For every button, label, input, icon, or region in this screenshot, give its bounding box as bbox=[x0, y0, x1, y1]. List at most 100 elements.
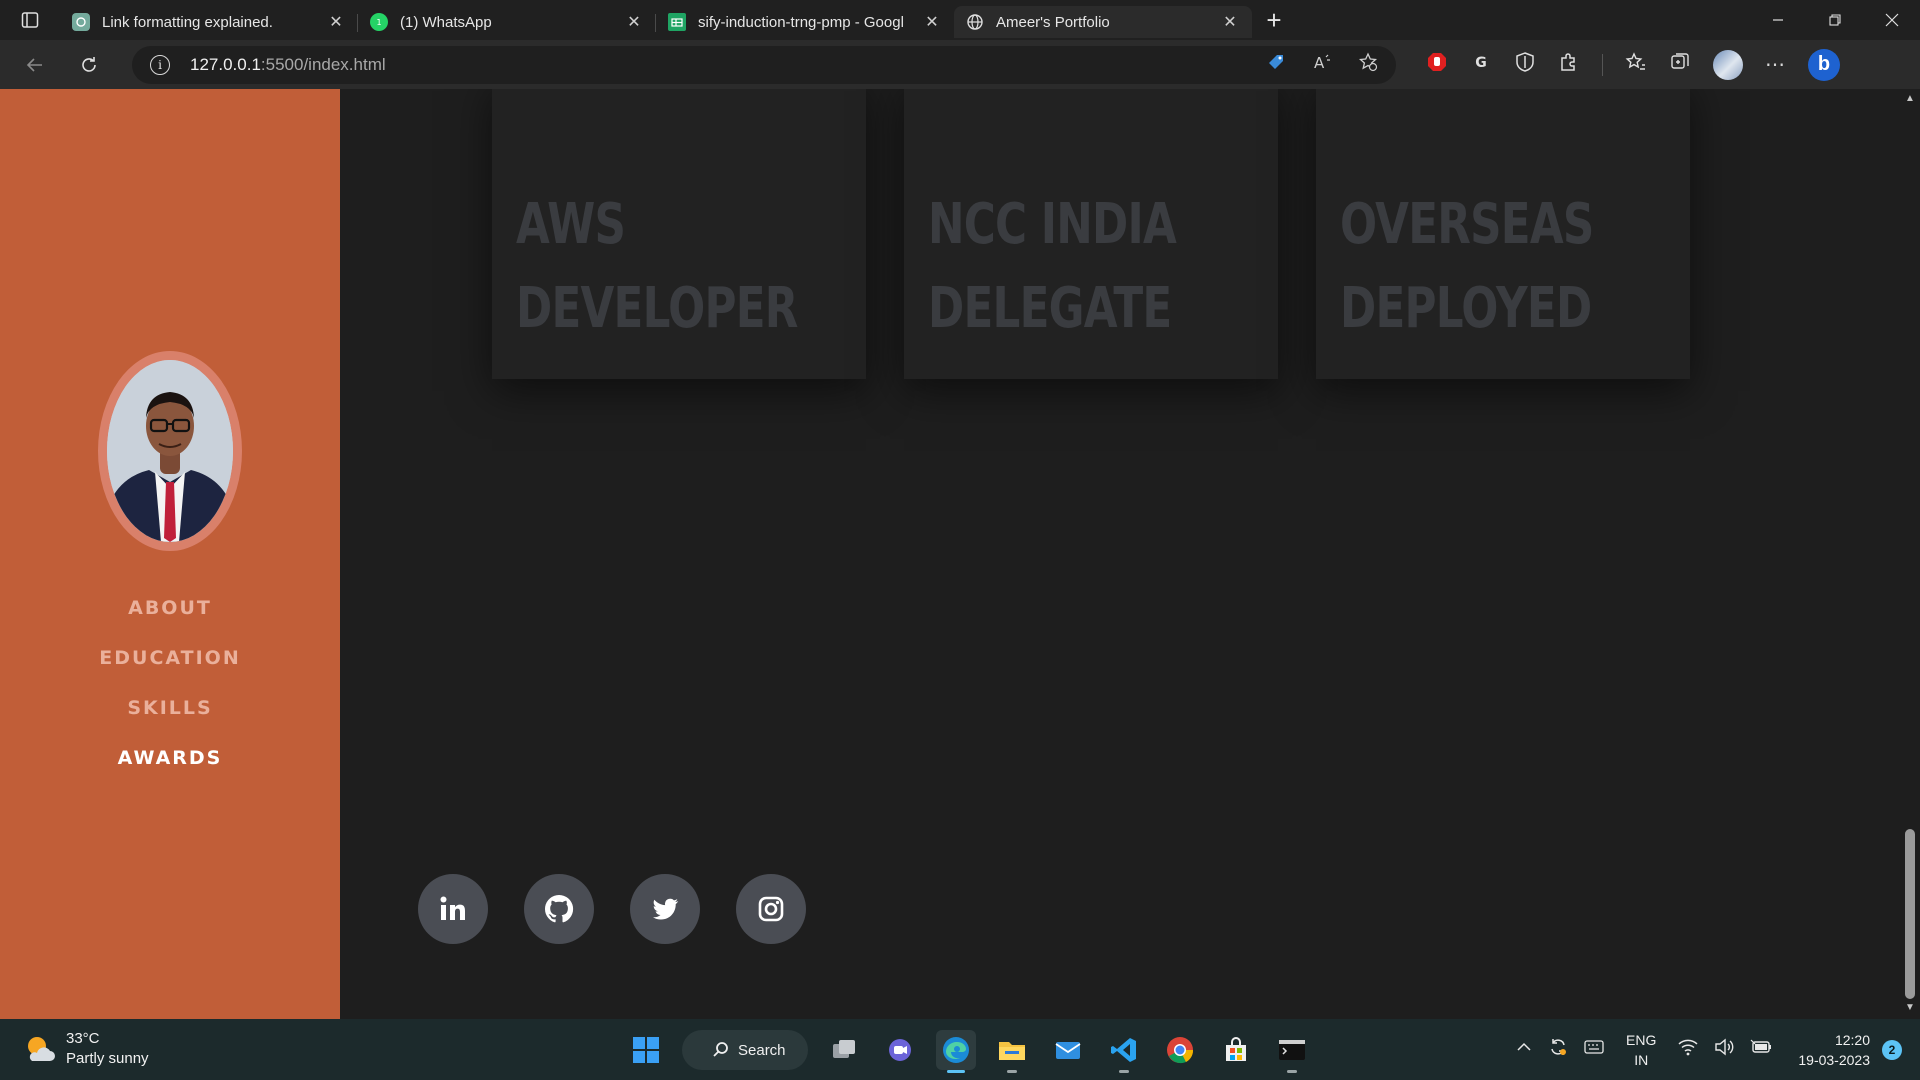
volume-icon[interactable] bbox=[1714, 1038, 1734, 1061]
taskbar-search[interactable]: Search bbox=[682, 1030, 808, 1070]
github-icon bbox=[544, 894, 574, 923]
award-card: AWS DEVELOPER bbox=[492, 89, 866, 379]
instagram-link[interactable] bbox=[736, 874, 806, 944]
collections-icon[interactable] bbox=[1669, 51, 1691, 79]
profile-avatar[interactable] bbox=[1713, 49, 1743, 80]
chrome-button[interactable] bbox=[1160, 1030, 1200, 1070]
minimize-icon bbox=[1772, 19, 1783, 21]
twitter-link[interactable] bbox=[630, 874, 700, 944]
task-view-icon bbox=[833, 1040, 855, 1058]
add-favorite-icon[interactable] bbox=[1358, 52, 1378, 77]
new-tab-button[interactable]: + bbox=[1252, 4, 1296, 36]
wifi-icon[interactable] bbox=[1678, 1038, 1698, 1061]
info-icon[interactable]: i bbox=[150, 54, 170, 75]
scroll-up-arrow-icon[interactable]: ▲ bbox=[1905, 93, 1915, 104]
github-link[interactable] bbox=[524, 874, 594, 944]
award-title-line: DELEGATE bbox=[928, 276, 1172, 341]
notification-badge[interactable]: 2 bbox=[1882, 1039, 1902, 1060]
running-indicator bbox=[1287, 1070, 1297, 1073]
toolbar-divider bbox=[1602, 53, 1603, 76]
price-tag-icon[interactable] bbox=[1266, 52, 1286, 77]
linkedin-link[interactable] bbox=[418, 874, 488, 944]
browser-toolbar: i 127.0.0.1:5500/index.html A G ⋯ b bbox=[0, 40, 1920, 89]
search-label: Search bbox=[738, 1041, 786, 1059]
nav-link-education[interactable]: EDUCATION bbox=[0, 633, 340, 683]
back-button[interactable] bbox=[8, 45, 62, 85]
store-button[interactable] bbox=[1216, 1030, 1256, 1070]
main-content: AWS DEVELOPER NCC INDIA DELEGATE OVERSEA… bbox=[340, 89, 1900, 1019]
tab-actions-button[interactable] bbox=[0, 0, 60, 40]
nav-link-skills[interactable]: SKILLS bbox=[0, 683, 340, 733]
taskbar-apps: Search bbox=[626, 1027, 1312, 1073]
award-title-line: AWS bbox=[516, 192, 626, 257]
reload-button[interactable] bbox=[62, 45, 116, 85]
restore-button[interactable] bbox=[1806, 0, 1863, 40]
tab-actions-icon bbox=[21, 12, 39, 28]
clock-time: 12:20 bbox=[1834, 1031, 1870, 1048]
close-icon[interactable]: ✕ bbox=[922, 12, 942, 32]
linkedin-icon bbox=[440, 896, 465, 920]
vscode-icon bbox=[1111, 1038, 1136, 1062]
folder-icon bbox=[999, 1042, 1025, 1060]
browser-tab[interactable]: 1 (1) WhatsApp ✕ bbox=[358, 6, 656, 38]
address-bar[interactable]: i 127.0.0.1:5500/index.html A bbox=[132, 45, 1396, 84]
weather-widget[interactable]: 33°C Partly sunny bbox=[24, 1029, 149, 1069]
more-options-icon[interactable]: ⋯ bbox=[1765, 52, 1786, 77]
award-card: NCC INDIA DELEGATE bbox=[904, 89, 1278, 379]
close-icon[interactable]: ✕ bbox=[624, 12, 644, 32]
system-tray: ENG IN 12:20 19-03-2023 2 bbox=[1508, 1019, 1920, 1080]
scroll-down-arrow-icon[interactable]: ▼ bbox=[1905, 1002, 1915, 1013]
teams-chat-button[interactable] bbox=[880, 1030, 920, 1070]
award-card: OVERSEAS DEPLOYED bbox=[1316, 89, 1690, 379]
scrollbar-thumb[interactable] bbox=[1905, 829, 1915, 999]
edge-taskbar-button[interactable] bbox=[936, 1030, 976, 1073]
extensions-puzzle-icon[interactable] bbox=[1558, 51, 1580, 79]
award-title: NCC INDIA DELEGATE bbox=[928, 183, 1177, 351]
language-indicator[interactable]: ENG IN bbox=[1626, 1030, 1656, 1070]
running-indicator bbox=[947, 1070, 965, 1073]
vertical-scrollbar[interactable]: ▲ ▼ bbox=[1900, 89, 1920, 1019]
instagram-icon bbox=[758, 896, 784, 922]
social-links bbox=[418, 874, 806, 944]
vscode-button[interactable] bbox=[1104, 1030, 1144, 1073]
mail-button[interactable] bbox=[1048, 1030, 1088, 1070]
adblock-extension-icon[interactable] bbox=[1426, 51, 1448, 79]
avatar bbox=[107, 360, 233, 542]
nav-link-about[interactable]: ABOUT bbox=[0, 583, 340, 633]
task-view-button[interactable] bbox=[824, 1030, 864, 1070]
browser-tab[interactable]: Link formatting explained. ✕ bbox=[60, 6, 358, 38]
close-icon[interactable]: ✕ bbox=[1220, 12, 1240, 32]
refresh-icon bbox=[82, 56, 96, 72]
battery-icon[interactable] bbox=[1750, 1039, 1772, 1060]
windows-logo-icon bbox=[633, 1037, 659, 1063]
nav-link-awards[interactable]: AWARDS bbox=[0, 733, 340, 783]
bing-chat-icon[interactable]: b bbox=[1808, 48, 1840, 81]
keyboard-icon[interactable] bbox=[1584, 1039, 1604, 1060]
store-icon bbox=[1226, 1037, 1246, 1061]
grammarly-extension-icon[interactable]: G bbox=[1470, 51, 1492, 79]
terminal-button[interactable] bbox=[1272, 1030, 1312, 1073]
read-aloud-icon[interactable]: A bbox=[1312, 52, 1332, 77]
file-explorer-button[interactable] bbox=[992, 1030, 1032, 1073]
search-icon bbox=[713, 1042, 728, 1057]
tab-title: (1) WhatsApp bbox=[400, 13, 492, 31]
sidebar-nav: ABOUT EDUCATION SKILLS AWARDS bbox=[0, 583, 340, 783]
minimize-button[interactable] bbox=[1749, 0, 1806, 40]
sidebar: ABOUT EDUCATION SKILLS AWARDS bbox=[0, 89, 340, 1019]
clock-date: 19-03-2023 bbox=[1798, 1051, 1870, 1068]
browser-tab[interactable]: sify-induction-trng-pmp - Googl ✕ bbox=[656, 6, 954, 38]
close-icon[interactable]: ✕ bbox=[326, 12, 346, 32]
chevron-up-icon[interactable] bbox=[1516, 1039, 1532, 1060]
sync-icon[interactable] bbox=[1548, 1037, 1568, 1062]
google-sheets-icon bbox=[668, 13, 686, 31]
close-window-button[interactable] bbox=[1863, 0, 1920, 40]
running-indicator bbox=[1007, 1070, 1017, 1073]
shield-extension-icon[interactable] bbox=[1514, 51, 1536, 79]
favorites-icon[interactable] bbox=[1625, 51, 1647, 79]
award-title-line: NCC INDIA bbox=[928, 192, 1177, 257]
browser-tab-active[interactable]: Ameer's Portfolio ✕ bbox=[954, 6, 1252, 38]
clock[interactable]: 12:20 19-03-2023 bbox=[1798, 1030, 1870, 1070]
edge-icon bbox=[943, 1037, 969, 1063]
start-button[interactable] bbox=[626, 1030, 666, 1070]
award-title-line: DEPLOYED bbox=[1340, 276, 1592, 341]
